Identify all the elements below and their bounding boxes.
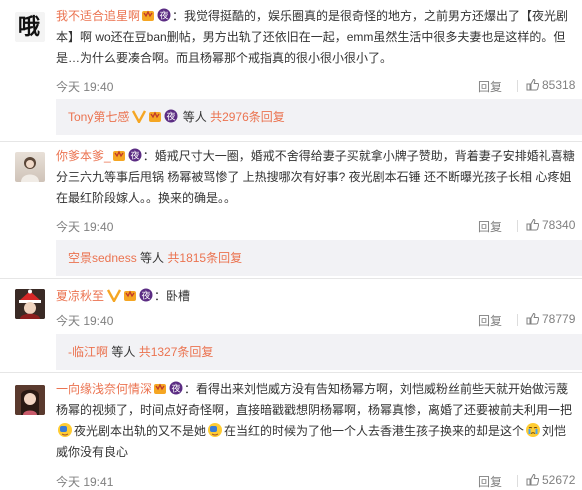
vip-crown-icon [112, 148, 126, 162]
comment-body: 我不适合追星啊夜：我觉得挺酷的，娱乐圈真的是很奇怪的地方，之前男方还爆出了【夜光… [56, 6, 578, 69]
like-button[interactable]: 85318 [526, 78, 575, 92]
replies-bar[interactable]: 空景sedness 等人 共1815条回复 [56, 240, 582, 276]
vip-crown-icon [148, 101, 162, 122]
reply-button[interactable]: 回复 [478, 473, 502, 490]
night-badge-icon: 夜 [139, 288, 153, 302]
reply-user[interactable]: Tony第七感 [68, 110, 129, 124]
avatar-glyph: 哦 [18, 14, 41, 39]
comment-time: 今天 19:40 [56, 220, 114, 234]
like-count: 85318 [542, 78, 576, 92]
svg-text:夜: 夜 [167, 111, 176, 123]
reply-count-link[interactable]: 共1815条回复 [167, 251, 242, 265]
reply-others: 等人 [111, 345, 136, 359]
night-badge-icon: 夜 [157, 8, 171, 22]
replies-bar[interactable]: -临江啊 等人 共1327条回复 [56, 334, 582, 370]
divider [517, 314, 518, 326]
v-verified-icon [106, 288, 122, 304]
crying-face-icon [525, 422, 541, 438]
thumb-up-icon [526, 218, 542, 232]
comment-item: 你爹本爹_ 夜：婚戒尺寸大一圈，婚戒不舍得给妻子买就拿小牌子赞助，背着妻子安排婚礼… [0, 142, 582, 240]
night-badge-icon: 夜 [169, 381, 183, 395]
reply-others: 等人 [182, 110, 207, 124]
night-badge-icon: 夜 [164, 101, 178, 123]
svg-text:夜: 夜 [160, 10, 169, 22]
avatar[interactable] [15, 385, 45, 415]
thumb-up-icon [526, 473, 542, 487]
facepalm-icon [57, 422, 73, 438]
thumb-up-icon [526, 312, 542, 326]
reply-count-link[interactable]: 共2976条回复 [210, 110, 285, 124]
like-count: 78340 [542, 218, 576, 232]
reply-user[interactable]: -临江啊 [68, 345, 108, 359]
comment-item: 一向缘浅奈何情深夜：看得出来刘恺威方没有告知杨幂方啊，刘恺威粉丝前些天就开始做污… [0, 373, 582, 490]
comment-body: 你爹本爹_ 夜：婚戒尺寸大一圈，婚戒不舍得给妻子买就拿小牌子赞助，背着妻子安排婚礼… [56, 146, 578, 209]
divider [517, 80, 518, 92]
svg-text:夜: 夜 [142, 290, 151, 302]
comment-text: 在当红的时候为了他一个人去香港生孩子换来的却是这个 [224, 424, 525, 438]
comment-time: 今天 19:40 [56, 80, 114, 94]
replies-bar[interactable]: Tony第七感 夜 等人 共2976条回复 [56, 99, 582, 135]
comment-text: ：卧槽 [154, 289, 191, 303]
avatar[interactable] [15, 289, 45, 319]
comment-text: 夜光剧本出轨的又不是她 [74, 424, 207, 438]
thumb-up-icon [526, 78, 542, 92]
vip-crown-icon [141, 8, 155, 22]
divider [517, 220, 518, 232]
divider [517, 475, 518, 487]
comment-time: 今天 19:40 [56, 314, 114, 328]
night-badge-icon: 夜 [128, 148, 142, 162]
reply-button[interactable]: 回复 [478, 78, 502, 95]
avatar[interactable] [15, 152, 45, 182]
v-verified-icon [132, 101, 147, 125]
like-button[interactable]: 52672 [526, 473, 575, 487]
like-count: 78779 [542, 312, 576, 326]
reply-button[interactable]: 回复 [478, 312, 502, 329]
comment-time: 今天 19:41 [56, 475, 114, 489]
reply-others: 等人 [140, 251, 165, 265]
comment-item: 哦 我不适合追星啊夜：我觉得挺酷的，娱乐圈真的是很奇怪的地方，之前男方还爆出了【… [0, 0, 582, 99]
comment-username[interactable]: 你爹本爹_ [56, 149, 111, 163]
comment-body: 夏凉秋至 夜：卧槽 [56, 286, 578, 307]
like-button[interactable]: 78779 [526, 312, 575, 326]
facepalm-icon [207, 422, 223, 438]
reply-user[interactable]: 空景sedness [68, 251, 137, 265]
like-count: 52672 [542, 473, 576, 487]
vip-crown-icon [153, 381, 167, 395]
comment-username[interactable]: 我不适合追星啊 [56, 9, 140, 23]
comment-item: 夏凉秋至 夜：卧槽 今天 19:40 回复 78779 [0, 279, 582, 334]
reply-button[interactable]: 回复 [478, 218, 502, 235]
svg-text:夜: 夜 [130, 150, 139, 162]
avatar[interactable]: 哦 [15, 12, 45, 42]
comment-body: 一向缘浅奈何情深夜：看得出来刘恺威方没有告知杨幂方啊，刘恺威粉丝前些天就开始做污… [56, 379, 578, 463]
reply-count-link[interactable]: 共1327条回复 [139, 345, 214, 359]
vip-crown-icon [123, 288, 137, 302]
like-button[interactable]: 78340 [526, 218, 575, 232]
svg-text:夜: 夜 [172, 383, 181, 395]
comment-username[interactable]: 夏凉秋至 [56, 289, 104, 303]
comment-username[interactable]: 一向缘浅奈何情深 [56, 382, 152, 396]
